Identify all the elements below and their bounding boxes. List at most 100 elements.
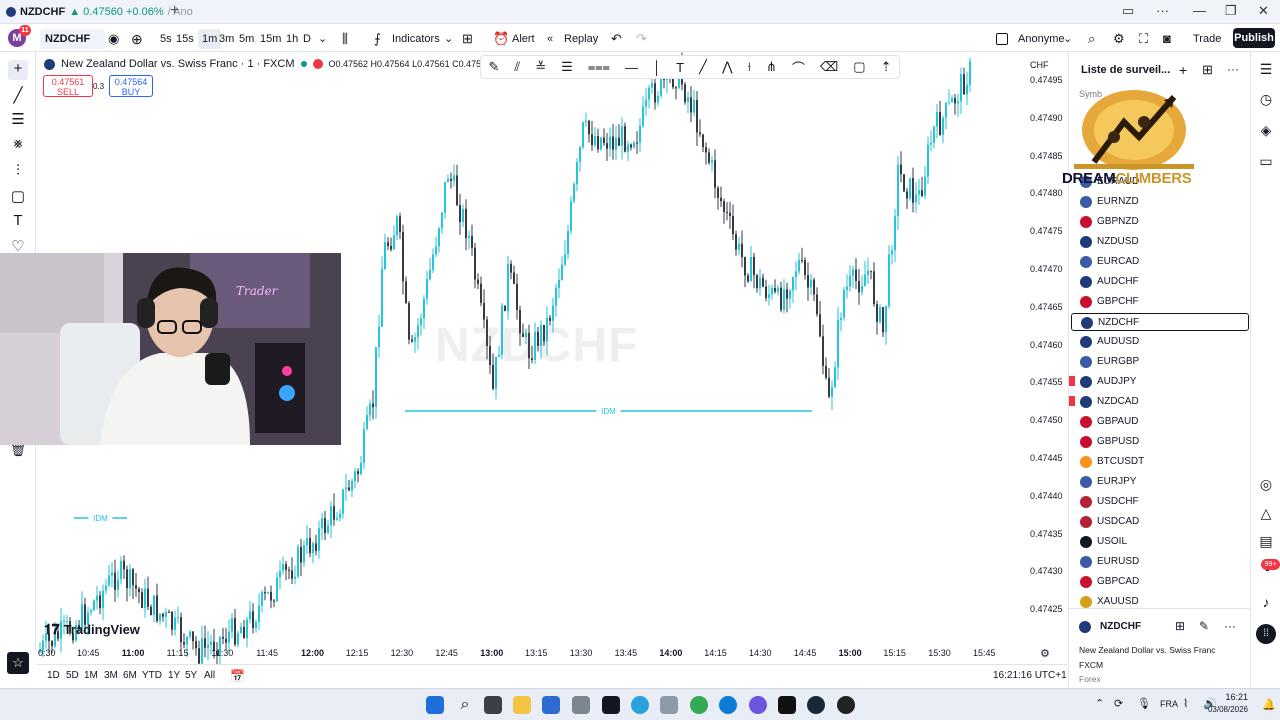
range-1y[interactable]: 1Y xyxy=(168,670,180,681)
watchlist-row-gbpchf[interactable]: GBPCHF xyxy=(1071,293,1249,311)
detail-more-icon[interactable]: ··· xyxy=(1224,619,1236,633)
crosshair-icon[interactable]: + xyxy=(8,60,28,80)
calendar-icon[interactable]: ▤ xyxy=(1258,533,1274,549)
alerts-clock-icon[interactable]: ◷ xyxy=(1258,91,1274,107)
range-5d[interactable]: 5D xyxy=(66,670,79,681)
interval-5s[interactable]: 5s xyxy=(160,29,172,49)
detail-symbol[interactable]: NZDCHF xyxy=(1100,621,1141,632)
symbol-search-button[interactable]: NZDCHF xyxy=(40,29,105,49)
interval-3m[interactable]: 3m xyxy=(219,29,234,49)
language-indicator[interactable]: FRA xyxy=(1160,699,1178,709)
axis-settings-icon[interactable]: ⚙ xyxy=(1040,647,1050,660)
add-symbol-watchlist-icon[interactable]: + xyxy=(1179,62,1187,78)
apps-grid-icon[interactable]: ⁞⁞ xyxy=(1256,624,1276,644)
range-all[interactable]: All xyxy=(204,670,215,681)
chrome-icon[interactable] xyxy=(690,696,708,714)
watchlist-title[interactable]: Liste de surveil... xyxy=(1081,64,1170,76)
watchlist-row-nzdusd[interactable]: NZDUSD xyxy=(1071,233,1249,251)
watchlist-row-usdchf[interactable]: USDCHF xyxy=(1071,493,1249,511)
arc-icon[interactable]: ⌒ xyxy=(792,58,805,77)
watchlist-row-nzdcad[interactable]: NZDCAD xyxy=(1069,393,1249,411)
fullscreen-icon[interactable]: ⛶ xyxy=(1139,29,1148,49)
browser-tab[interactable]: NZDCHF ▲ 0.47560 +0.06% / Ano xyxy=(6,3,193,21)
fib-retracement-icon[interactable]: ☰ xyxy=(561,59,573,75)
chat-icon[interactable]: ▭ xyxy=(1258,153,1274,169)
watchlist-row-eurnzd[interactable]: EURNZD xyxy=(1071,193,1249,211)
edge-icon[interactable] xyxy=(719,696,737,714)
watchlist-row-gbpnzd[interactable]: GBPNZD xyxy=(1071,213,1249,231)
clock-timezone[interactable]: 16:21:16 UTC+1 xyxy=(993,670,1067,681)
obs-icon[interactable] xyxy=(837,696,855,714)
minimize-icon[interactable]: — xyxy=(1193,3,1206,18)
range-5y[interactable]: 5Y xyxy=(185,670,197,681)
notifications-icon[interactable]: 🔔 xyxy=(1262,698,1276,711)
telegram-icon[interactable] xyxy=(631,696,649,714)
templates-icon[interactable]: ⊞ xyxy=(462,29,473,49)
replay-icon[interactable]: « xyxy=(547,29,553,49)
watchlist-row-eurusd[interactable]: EURUSD xyxy=(1071,553,1249,571)
fib-extension-icon[interactable]: ⩶ xyxy=(588,59,610,75)
watchlist-row-usdcad[interactable]: USDCAD xyxy=(1071,513,1249,531)
user-avatar[interactable]: M 11 xyxy=(8,25,31,47)
capcut-icon[interactable] xyxy=(778,696,796,714)
alert-button[interactable]: Alert xyxy=(512,29,535,49)
trade-button[interactable]: Trade xyxy=(1193,29,1221,49)
rectangle-icon[interactable]: ▢ xyxy=(853,59,865,75)
detail-grid-icon[interactable]: ⊞ xyxy=(1175,619,1185,633)
trash-icon[interactable]: 🗑 xyxy=(8,442,28,462)
goto-date-icon[interactable]: 📅 xyxy=(230,669,245,683)
ray-icon[interactable]: ╱ xyxy=(699,59,707,75)
bell-icon[interactable]: ♪ xyxy=(1258,594,1274,610)
target-icon[interactable]: ◎ xyxy=(1258,476,1274,492)
interval-15s[interactable]: 15s xyxy=(176,29,194,49)
range-6m[interactable]: 6M xyxy=(123,670,137,681)
photos-icon[interactable] xyxy=(660,696,678,714)
watchlist-more-icon[interactable]: ··· xyxy=(1227,62,1239,76)
vertical-line-icon[interactable]: │ xyxy=(653,60,661,75)
alert-icon[interactable]: ⏰ xyxy=(493,29,509,49)
taskbar-time[interactable]: 16:21 xyxy=(1222,692,1248,702)
horizontal-line-icon[interactable]: — xyxy=(625,60,638,75)
time-axis[interactable]: 0:30 10:45 11:00 11:15 11:30 11:45 12:00 12:15 1… xyxy=(37,644,1067,662)
watchlist-row-gbpcad[interactable]: GBPCAD xyxy=(1071,573,1249,591)
publish-button[interactable]: Publish xyxy=(1233,28,1275,48)
watchlist-row-eurjpy[interactable]: EURJPY xyxy=(1071,473,1249,491)
compare-icon[interactable]: ◉ xyxy=(108,29,119,49)
close-icon[interactable]: ✕ xyxy=(1258,3,1269,19)
range-1d[interactable]: 1D xyxy=(47,670,60,681)
new-tab-icon[interactable]: + xyxy=(170,2,179,20)
indicators-dropdown-icon[interactable]: ⌄ xyxy=(444,29,453,49)
arrow-marker-icon[interactable]: ⇡ xyxy=(881,59,892,75)
network-icon[interactable]: ⌇ xyxy=(1183,697,1188,710)
camera-icon[interactable]: ◙ xyxy=(1163,29,1171,49)
layout-name[interactable]: Anonyme xyxy=(1018,29,1064,49)
regression-icon[interactable]: ⫽ xyxy=(514,59,520,75)
store-icon[interactable] xyxy=(542,696,560,714)
settings-icon[interactable]: ⚙ xyxy=(1113,29,1125,49)
watchlist-row-audchf[interactable]: AUDCHF xyxy=(1071,273,1249,291)
quick-search-icon[interactable]: ⌕ xyxy=(1088,29,1095,49)
interval-15m[interactable]: 15m xyxy=(260,29,281,49)
cast-icon[interactable]: ▭ xyxy=(1122,3,1134,19)
watchlist-icon[interactable]: ☰ xyxy=(1258,61,1274,77)
file-explorer-icon[interactable] xyxy=(513,696,531,714)
buy-button[interactable]: 0.47564 BUY xyxy=(109,75,153,97)
pattern-icon[interactable]: ⨳ xyxy=(8,135,28,155)
watchlist-row-audusd[interactable]: AUDUSD xyxy=(1071,333,1249,351)
text-icon[interactable]: T xyxy=(676,60,684,75)
watchlist-row-gbpaud[interactable]: GBPAUD xyxy=(1071,413,1249,431)
legend-title[interactable]: New Zealand Dollar vs. Swiss Franc · 1 ·… xyxy=(61,58,295,70)
watchlist-row-eurgbp[interactable]: EURGBP xyxy=(1071,353,1249,371)
windows-start-icon[interactable] xyxy=(426,696,444,714)
mic-icon[interactable]: 🎙 xyxy=(1137,697,1151,710)
pitchfork-icon[interactable]: ⋔ xyxy=(766,59,777,75)
trendline-icon[interactable]: ╱ xyxy=(8,86,28,106)
fib-icon[interactable]: ☰ xyxy=(8,110,28,130)
more-icon[interactable]: ··· xyxy=(1156,3,1169,18)
layout-icon[interactable] xyxy=(996,33,1008,45)
interval-dropdown-icon[interactable]: ⌄ xyxy=(318,29,327,49)
range-3m[interactable]: 3M xyxy=(104,670,118,681)
interval-1m[interactable]: 1m xyxy=(198,29,222,49)
text-tool-icon[interactable]: T xyxy=(8,212,28,232)
advanced-view-icon[interactable]: ⊞ xyxy=(1202,62,1213,78)
